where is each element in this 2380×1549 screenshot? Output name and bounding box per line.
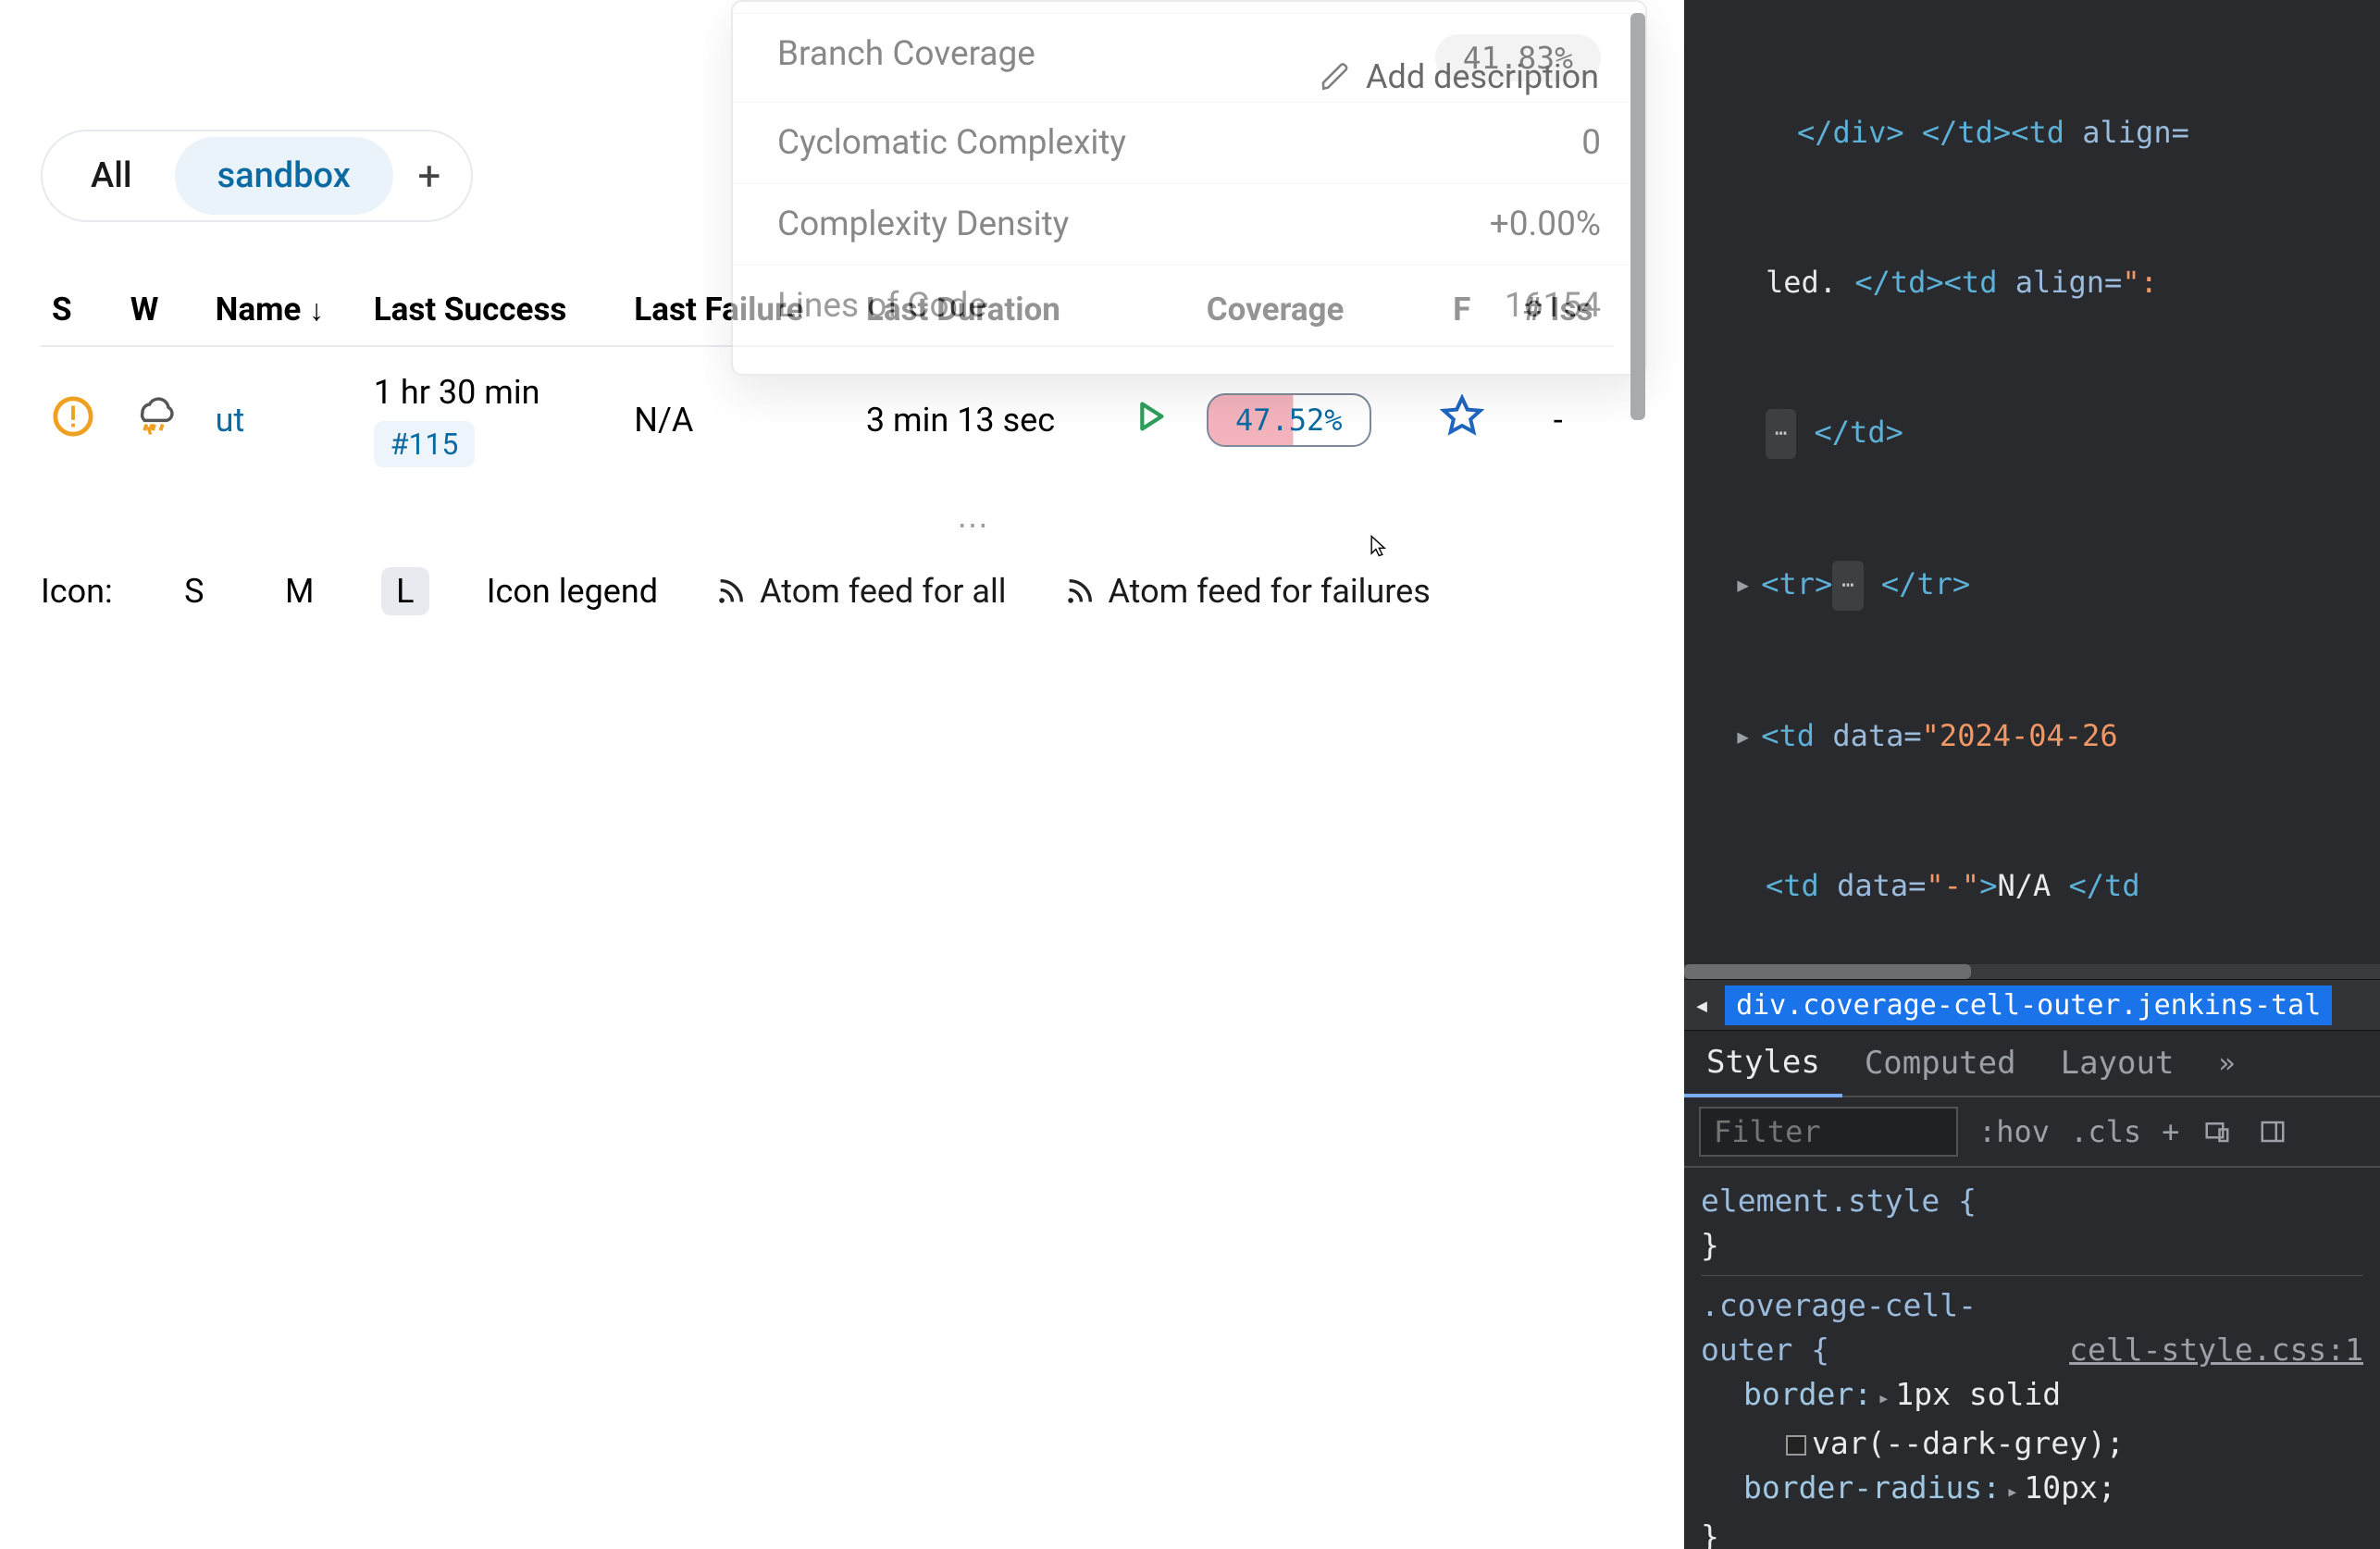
add-description-label: Add description: [1366, 57, 1599, 96]
status-unstable-icon: [52, 395, 94, 438]
rss-icon: [1064, 576, 1096, 607]
col-weather[interactable]: W: [119, 274, 205, 346]
tooltip-density-value: +0.00%: [1490, 204, 1601, 244]
job-link[interactable]: ut: [216, 401, 245, 440]
ellipsis-icon[interactable]: ⋯: [1766, 409, 1796, 459]
rule-close: }: [1701, 1223, 2363, 1268]
crumb-back-icon[interactable]: ◂: [1693, 989, 1710, 1022]
weather-storm-icon: [130, 392, 179, 440]
crumb-selected[interactable]: div.coverage-cell-outer.jenkins-tal: [1725, 985, 2332, 1025]
cls-toggle[interactable]: .cls: [2070, 1114, 2141, 1149]
panel-icon[interactable]: [2255, 1114, 2290, 1149]
footer-bar: Icon: S M L Icon legend Atom feed for al…: [41, 567, 1684, 615]
build-number-link[interactable]: #115: [374, 421, 476, 467]
favorite-star-icon[interactable]: [1440, 408, 1484, 447]
col-name-label: Name: [216, 291, 302, 328]
ellipsis-icon[interactable]: ⋯: [1832, 561, 1863, 611]
tooltip-branch-coverage-label: Branch Coverage: [777, 34, 1035, 81]
view-tabs: All sandbox +: [41, 130, 473, 222]
new-rule-icon[interactable]: +: [2162, 1114, 2179, 1149]
styles-rules[interactable]: element.style { } .coverage-cell-outer {…: [1684, 1168, 2380, 1549]
tooltip-cyclomatic-value: 0: [1581, 123, 1601, 163]
tab-add[interactable]: +: [393, 152, 465, 200]
tooltip-loc-value: 16154: [1505, 286, 1601, 326]
icon-legend-link[interactable]: Icon legend: [487, 572, 658, 611]
hov-toggle[interactable]: :hov: [1978, 1114, 2050, 1149]
atom-feed-all-label: Atom feed for all: [760, 572, 1006, 611]
icon-size-l[interactable]: L: [381, 567, 429, 615]
tooltip-scrollbar[interactable]: [1630, 2, 1645, 446]
col-name[interactable]: Name ↓: [205, 274, 363, 346]
atom-feed-all[interactable]: Atom feed for all: [715, 572, 1006, 611]
icon-size-label: Icon:: [41, 572, 113, 611]
dom-tree[interactable]: </div> </td><td align= led. </td><td ali…: [1684, 0, 2380, 964]
css-border-var: var(--dark-grey);: [1812, 1425, 2125, 1461]
rss-icon: [715, 576, 747, 607]
tab-styles[interactable]: Styles: [1684, 1031, 1842, 1097]
pencil-icon: [1320, 61, 1351, 93]
coverage-tooltip: Branch Coverage 41.83% Add description C…: [731, 0, 1647, 376]
atom-feed-failures[interactable]: Atom feed for failures: [1064, 572, 1431, 611]
col-last-success[interactable]: Last Success: [363, 274, 624, 346]
css-border-value: 1px solid: [1895, 1376, 2061, 1412]
dom-horizontal-scrollbar[interactable]: [1684, 964, 2380, 979]
breadcrumb[interactable]: ◂ div.coverage-cell-outer.jenkins-tal: [1684, 979, 2380, 1031]
col-status[interactable]: S: [41, 274, 119, 346]
tooltip-loc-label: Lines of Code: [777, 286, 986, 326]
tooltip-cyclomatic-label: Cyclomatic Complexity: [777, 123, 1126, 163]
sort-arrow-icon: ↓: [309, 292, 324, 328]
mouse-cursor-icon: [1364, 533, 1390, 559]
atom-feed-failures-label: Atom feed for failures: [1109, 572, 1431, 611]
tab-computed[interactable]: Computed: [1842, 1032, 2039, 1095]
rule-close: }: [1701, 1515, 2363, 1549]
overflow-menu-icon[interactable]: ⋯: [957, 507, 988, 544]
tooltip-density-label: Complexity Density: [777, 204, 1069, 244]
icon-size-s[interactable]: S: [170, 567, 218, 615]
devtools-panel: </div> </td><td align= led. </td><td ali…: [1684, 0, 2380, 1549]
styles-filter-input[interactable]: [1699, 1107, 1958, 1157]
tab-all[interactable]: All: [48, 137, 175, 215]
rule-element-style: element.style {: [1701, 1183, 1977, 1219]
device-icon[interactable]: [2200, 1114, 2235, 1149]
icon-size-m[interactable]: M: [276, 567, 324, 615]
build-now-icon[interactable]: [1128, 407, 1171, 446]
tab-more-icon[interactable]: »: [2196, 1035, 2257, 1093]
rule-source-link[interactable]: cell-style.css:1: [2069, 1328, 2363, 1372]
last-success-text: 1 hr 30 min: [374, 373, 613, 412]
tab-layout[interactable]: Layout: [2039, 1032, 2197, 1095]
coverage-pill[interactable]: 47.52%: [1207, 393, 1371, 447]
add-description-link[interactable]: Add description: [1320, 57, 1599, 96]
styles-toolbar: :hov .cls +: [1684, 1097, 2380, 1168]
css-radius-value: 10px;: [2024, 1469, 2115, 1506]
color-swatch-icon[interactable]: [1786, 1435, 1806, 1456]
tab-sandbox[interactable]: sandbox: [175, 137, 393, 215]
styles-tabs: Styles Computed Layout »: [1684, 1031, 2380, 1097]
